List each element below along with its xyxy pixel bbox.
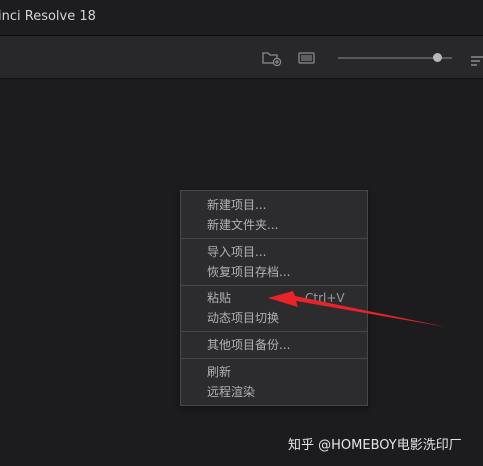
sort-icon[interactable] xyxy=(470,52,483,71)
menu-item-import-project[interactable]: 导入项目... xyxy=(207,243,266,261)
app-window: inci Resolve 18 新建项目... 新建文件夹... 导入项目...… xyxy=(0,0,483,466)
menu-separator xyxy=(181,285,367,286)
watermark-text: 知乎 @HOMEBOY电影洗印厂 xyxy=(288,438,462,453)
new-folder-icon[interactable] xyxy=(262,50,282,70)
context-menu: 新建项目... 新建文件夹... 导入项目... 恢复项目存档... 粘贴 Ct… xyxy=(180,190,368,406)
menu-item-other-project-backups[interactable]: 其他项目备份... xyxy=(207,336,290,354)
menu-item-dynamic-project-switching[interactable]: 动态项目切换 xyxy=(207,309,279,327)
window-title: inci Resolve 18 xyxy=(0,9,96,24)
menu-item-paste[interactable]: 粘贴 xyxy=(207,289,231,307)
project-manager-toolbar xyxy=(0,36,483,79)
menu-item-restore-archive[interactable]: 恢复项目存档... xyxy=(207,263,290,281)
menu-item-remote-rendering[interactable]: 远程渲染 xyxy=(207,383,255,401)
paste-shortcut: Ctrl+V xyxy=(305,291,345,305)
menu-item-refresh[interactable]: 刷新 xyxy=(207,363,231,381)
monitor-view-icon[interactable] xyxy=(298,51,316,70)
menu-item-new-project[interactable]: 新建项目... xyxy=(207,196,266,214)
menu-item-new-folder[interactable]: 新建文件夹... xyxy=(207,216,278,234)
zoom-slider-thumb[interactable] xyxy=(432,53,442,62)
menu-separator xyxy=(181,331,367,332)
title-bar: inci Resolve 18 xyxy=(0,0,483,36)
menu-separator xyxy=(181,358,367,359)
menu-separator xyxy=(181,238,367,239)
